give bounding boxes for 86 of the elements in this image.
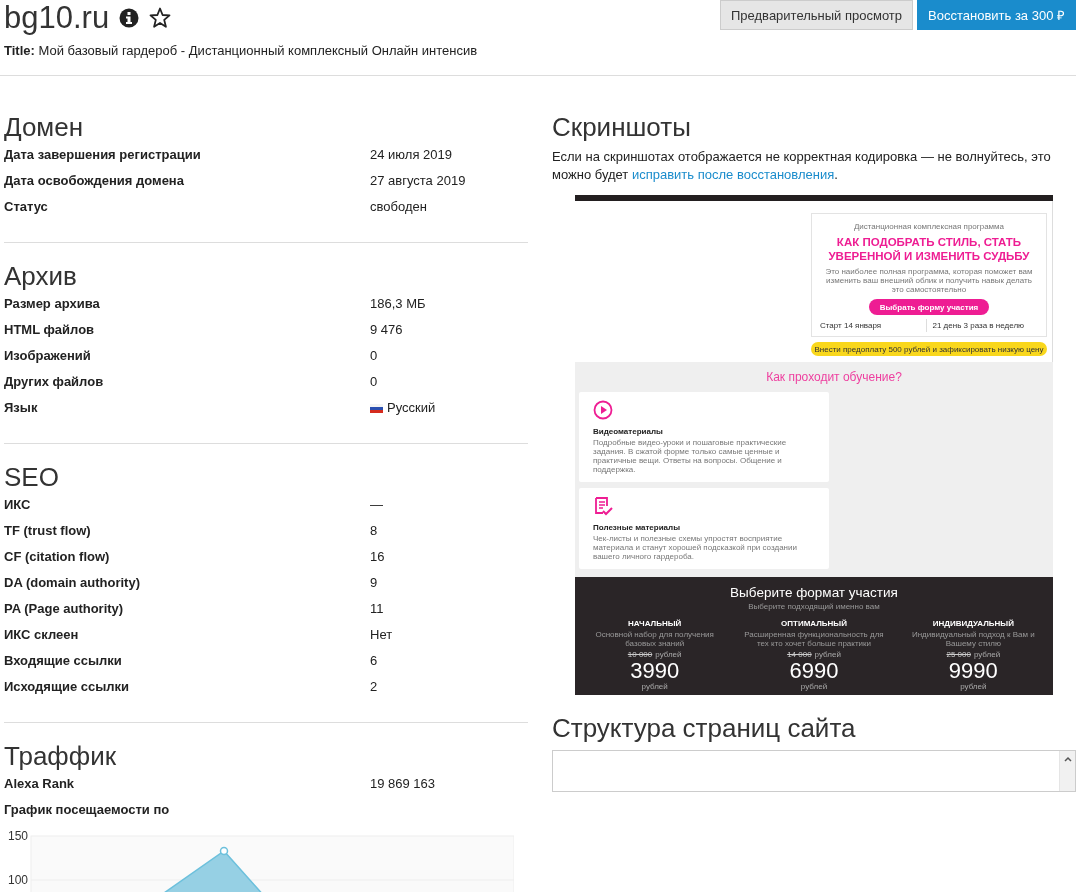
- old-price: 25 000: [946, 650, 971, 659]
- info-icon: [119, 8, 140, 28]
- field-label: Входящие ссылки: [4, 652, 123, 670]
- schedule-text: 21 день 3 раза в неделю: [925, 319, 1038, 332]
- section-heading: SEO: [4, 462, 60, 492]
- hero-subtitle: Дистанционная комплексная программа: [853, 222, 1005, 231]
- field-value: Нет: [370, 626, 394, 644]
- field-value: 16: [370, 548, 386, 566]
- field-label: Других файлов: [4, 373, 105, 391]
- field-value: 186,3 МБ: [370, 295, 427, 313]
- feature-description: Подробные видео-уроки и пошаговые практические задания. В сжатой форме только самые ценные и практичные вещи. Ответы на вопросы. Общение и поддержка.: [593, 438, 788, 474]
- field-value: 19 869 163: [370, 775, 437, 793]
- field-value: 0: [370, 373, 379, 391]
- field-label: Размер архива: [4, 295, 101, 313]
- plan-name: НАЧАЛЬНЫЙ: [628, 619, 682, 628]
- field-label: Дата завершения регистрации: [4, 146, 202, 164]
- field-label: Дата освобождения домена: [4, 172, 185, 190]
- encoding-notice: Если на скриншотах отображается не корректная кодировка — не волнуйтесь, это можно будет исправить после восстановления.: [552, 148, 1052, 184]
- pricing-subtitle: Выберите подходящий именно вам: [748, 602, 880, 611]
- currency-label: рублей: [655, 650, 682, 659]
- currency-label: рублей: [960, 682, 987, 691]
- field-value: 27 августа 2019: [370, 172, 467, 190]
- field-label: Исходящие ссылки: [4, 678, 131, 696]
- pricing-heading: Выберите формат участия: [730, 585, 898, 600]
- learning-heading: Как проходит обучение?: [765, 370, 903, 384]
- axis-label: 150: [7, 829, 28, 843]
- field-label: Изображений: [4, 347, 92, 365]
- currency-label: рублей: [973, 650, 1001, 659]
- checklist-icon: [593, 496, 613, 516]
- axis-label: 100: [7, 873, 28, 887]
- section-heading: Архив: [4, 261, 78, 291]
- choose-format-button[interactable]: Выбрать форму участия: [869, 299, 989, 315]
- field-label: ИКС склеен: [4, 626, 80, 644]
- field-value: 11: [370, 600, 385, 618]
- plan-description: Основной набор для получения базовых знаний: [594, 630, 715, 648]
- old-price: 14 000: [787, 650, 812, 659]
- field-label: TF (trust flow): [4, 522, 92, 540]
- hero-description: Это наиболее полная программа, которая поможет вам изменить ваш внешний облик и получить навык делать это самостоятельно: [824, 267, 1034, 294]
- field-label: Язык: [4, 399, 39, 417]
- field-value: свободен: [370, 198, 428, 216]
- feature-title: Видеоматериалы: [593, 427, 664, 436]
- feature-title: Полезные материалы: [593, 523, 681, 532]
- field-label: CF (citation flow): [4, 548, 111, 566]
- field-label: Alexa Rank: [4, 775, 76, 793]
- domain-title: bg10.ru: [4, 0, 110, 36]
- play-circle-icon: [593, 400, 613, 420]
- field-label: PA (Page authority): [4, 600, 125, 618]
- field-value: 9 476: [370, 321, 404, 339]
- plan-price: 9990: [948, 659, 998, 682]
- section-heading: Траффик: [4, 741, 118, 771]
- field-value: 9: [370, 574, 379, 592]
- section-heading: Скриншоты: [552, 112, 692, 142]
- plan-price: 6990: [789, 659, 839, 682]
- preview-button[interactable]: Предварительный просмотр: [720, 0, 914, 30]
- field-label: ИКС: [4, 496, 32, 514]
- section-heading: Структура страниц сайта: [552, 713, 857, 743]
- plan-description: Расширенная функциональность для тех кто хочет больше практики: [743, 630, 885, 648]
- start-date: Старт 14 января: [820, 320, 883, 332]
- currency-label: рублей: [814, 650, 841, 659]
- field-value: 0: [370, 347, 379, 365]
- field-label: DA (domain authority): [4, 574, 141, 592]
- old-price: 10 000: [627, 650, 653, 659]
- star-icon[interactable]: [149, 7, 172, 29]
- hero-headline: КАК ПОДОБРАТЬ СТИЛЬ, СТАТЬ УВЕРЕННОЙ И ИЗМЕНИТЬ СУДЬБУ: [827, 236, 1031, 263]
- field-value: 2: [370, 678, 379, 696]
- flag-icon: [370, 403, 383, 413]
- field-label: HTML файлов: [4, 321, 96, 339]
- plan-description: Индивидуальный подход к Вам и Вашему стилю: [910, 630, 1036, 648]
- caret-up-icon[interactable]: [1063, 756, 1072, 762]
- field-value: 24 июля 2019: [370, 146, 453, 164]
- section-heading: Домен: [4, 112, 85, 142]
- field-value: 6: [370, 652, 379, 670]
- field-value: Русский: [387, 399, 436, 417]
- field-label: Статус: [4, 198, 49, 216]
- field-label: График посещаемости по: [4, 801, 171, 819]
- prepay-button[interactable]: Внести предоплату 500 рублей и зафиксировать низкую цену: [811, 342, 1047, 356]
- feature-description: Чек-листы и полезные схемы упростят восприятие материала и станут хорошей подсказкой при создании вашего личного гардероба.: [593, 534, 798, 561]
- currency-label: рублей: [800, 682, 828, 691]
- field-value: —: [370, 496, 384, 514]
- page-title-text: Title: Мой базовый гардероб - Дистанционный комплексный Онлайн интенсив: [4, 43, 478, 58]
- plan-price: 3990: [630, 659, 680, 682]
- restore-button[interactable]: Восстановить за 300 ₽: [917, 0, 1076, 30]
- currency-label: рублей: [641, 682, 668, 691]
- plan-name: ОПТИМАЛЬНЫЙ: [781, 619, 847, 628]
- field-value: 8: [370, 522, 379, 540]
- plan-name: ИНДИВИДУАЛЬНЫЙ: [932, 619, 1014, 628]
